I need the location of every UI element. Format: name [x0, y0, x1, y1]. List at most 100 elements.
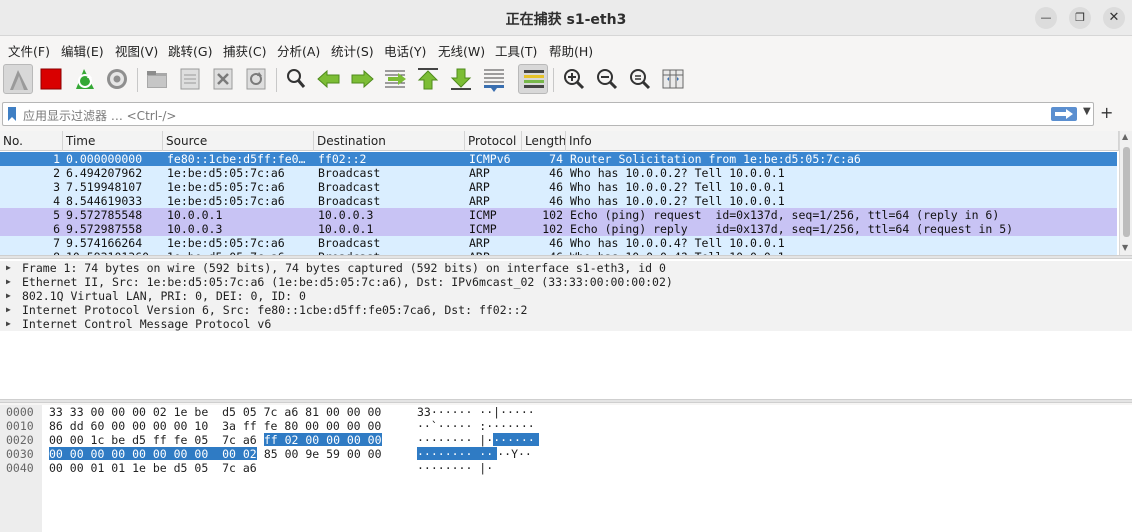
bytes-row[interactable]: 0010 86 dd 60 00 00 00 00 10 3a ff fe 80 … — [0, 419, 700, 433]
zoom-out-icon[interactable] — [592, 64, 622, 94]
find-packet-icon[interactable] — [281, 64, 311, 94]
packet-details[interactable]: ▶ Frame 1: 74 bytes on wire (592 bits), 7… — [0, 259, 1132, 399]
title-bar: 正在捕获 s1-eth3 — ❐ ✕ — [0, 0, 1132, 36]
save-file-icon[interactable] — [175, 64, 205, 94]
expand-arrow-icon[interactable]: ▶ — [6, 303, 11, 317]
menu-help[interactable]: 帮助(H) — [549, 41, 593, 60]
bytes-row[interactable]: 0030 00 00 00 00 00 00 00 00 00 02 85 00 … — [0, 447, 700, 461]
packet-row[interactable]: 3 7.519948107 1e:be:d5:05:7c:a6 Broadcast AR… — [0, 180, 1117, 194]
add-filter-button[interactable]: + — [1100, 103, 1113, 122]
window-title: 正在捕获 s1-eth3 — [505, 12, 627, 28]
expand-arrow-icon[interactable]: ▶ — [6, 275, 11, 289]
apply-filter-arrow-icon[interactable] — [1051, 107, 1077, 121]
first-packet-icon[interactable] — [413, 64, 443, 94]
pane-splitter[interactable] — [0, 399, 1132, 403]
detail-text: 802.1Q Virtual LAN, PRI: 0, DEI: 0, ID: … — [22, 289, 306, 303]
colorize-icon[interactable] — [518, 64, 548, 94]
cell-source: 1e:be:d5:05:7c:a6 — [167, 166, 285, 180]
menu-wireless[interactable]: 无线(W) — [438, 41, 485, 60]
detail-tree-item[interactable]: ▶ Ethernet II, Src: 1e:be:d5:05:7c:a6 (1e… — [0, 275, 1132, 289]
zoom-in-icon[interactable] — [559, 64, 589, 94]
scroll-up-icon[interactable]: ▲ — [1122, 132, 1128, 141]
menu-analyze[interactable]: 分析(A) — [277, 41, 320, 60]
packet-row[interactable]: 7 9.574166264 1e:be:d5:05:7c:a6 Broadcast AR… — [0, 236, 1117, 250]
expand-arrow-icon[interactable]: ▶ — [6, 261, 11, 275]
menu-file[interactable]: 文件(F) — [8, 41, 50, 60]
cell-destination: Broadcast — [318, 166, 381, 180]
menu-view[interactable]: 视图(V) — [115, 41, 158, 60]
restart-capture-icon[interactable] — [70, 64, 100, 94]
cell-time: 7.519948107 — [66, 180, 143, 194]
packet-list-scrollbar[interactable]: ▲ ▼ — [1119, 131, 1132, 255]
display-filter-bar[interactable]: 应用显示过滤器 … <Ctrl-/> ▼ — [2, 102, 1094, 126]
cell-source: 10.0.0.1 — [167, 208, 223, 222]
cell-time: 9.572987558 — [66, 222, 143, 236]
close-icon[interactable]: ✕ — [1103, 7, 1125, 29]
reload-file-icon[interactable] — [241, 64, 271, 94]
detail-tree-item[interactable]: ▶ Internet Control Message Protocol v6 — [0, 317, 1132, 331]
go-forward-icon[interactable] — [347, 64, 377, 94]
bytes-row[interactable]: 0040 00 00 01 01 1e be d5 05 7c a6 ·······… — [0, 461, 700, 475]
resize-columns-icon[interactable] — [658, 64, 688, 94]
cell-destination: 10.0.0.1 — [318, 222, 374, 236]
go-back-icon[interactable] — [314, 64, 344, 94]
packet-list[interactable]: No. Time Source Destination Protocol Len… — [0, 131, 1132, 255]
scrollbar-thumb[interactable] — [1123, 147, 1130, 237]
autoscroll-icon[interactable] — [479, 64, 509, 94]
packet-row[interactable]: 6 9.572987558 10.0.0.3 10.0.0.1 ICMP 102 Echo … — [0, 222, 1117, 236]
packet-row[interactable]: 2 6.494207962 1e:be:d5:05:7c:a6 Broadcast AR… — [0, 166, 1117, 180]
column-header-time[interactable]: Time — [63, 131, 163, 151]
packet-bytes[interactable]: 0000 33 33 00 00 00 02 1e be d5 05 7c a6 … — [0, 405, 1132, 532]
toolbar-separator — [137, 68, 138, 92]
cell-info: Router Solicitation from 1e:be:d5:05:7c:… — [570, 152, 861, 166]
menu-edit[interactable]: 编辑(E) — [61, 41, 104, 60]
packet-row[interactable]: 5 9.572785548 10.0.0.1 10.0.0.3 ICMP 102 Echo … — [0, 208, 1117, 222]
bytes-row[interactable]: 0020 00 00 1c be d5 ff fe 05 7c a6 ff 02 … — [0, 433, 700, 447]
column-header-protocol[interactable]: Protocol — [465, 131, 522, 151]
cell-no: 1 — [53, 152, 60, 166]
column-header-destination[interactable]: Destination — [314, 131, 465, 151]
menu-capture[interactable]: 捕获(C) — [223, 41, 266, 60]
menu-go[interactable]: 跳转(G) — [168, 41, 212, 60]
last-packet-icon[interactable] — [446, 64, 476, 94]
ascii-bytes-selected: ······ — [493, 433, 539, 446]
maximize-icon[interactable]: ❐ — [1069, 7, 1091, 29]
detail-text: Frame 1: 74 bytes on wire (592 bits), 74… — [22, 261, 666, 275]
cell-protocol: ICMPv6 — [469, 152, 511, 166]
packet-row[interactable]: 4 8.544619033 1e:be:d5:05:7c:a6 Broadcast AR… — [0, 194, 1117, 208]
cell-length: 74 — [549, 152, 563, 166]
normal-size-icon[interactable] — [625, 64, 655, 94]
hex-bytes: 85 00 9e 59 00 00 — [256, 447, 382, 461]
chevron-down-icon[interactable]: ▼ — [1083, 106, 1091, 117]
bytes-row[interactable]: 0000 33 33 00 00 00 02 1e be d5 05 7c a6 … — [0, 405, 700, 419]
cell-no: 3 — [53, 180, 60, 194]
column-header-info[interactable]: Info — [566, 131, 1119, 151]
cell-no: 2 — [53, 166, 60, 180]
column-header-source[interactable]: Source — [163, 131, 314, 151]
menu-tools[interactable]: 工具(T) — [495, 41, 537, 60]
detail-tree-item[interactable]: ▶ Frame 1: 74 bytes on wire (592 bits), 7… — [0, 261, 1132, 275]
scroll-down-icon[interactable]: ▼ — [1122, 243, 1128, 252]
detail-tree-item[interactable]: ▶ 802.1Q Virtual LAN, PRI: 0, DEI: 0, ID:… — [0, 289, 1132, 303]
byte-offset: 0020 — [6, 433, 34, 447]
minimize-icon[interactable]: — — [1035, 7, 1057, 29]
column-header-length[interactable]: Length — [522, 131, 566, 151]
expand-arrow-icon[interactable]: ▶ — [6, 317, 11, 331]
cell-no: 4 — [53, 194, 60, 208]
cell-info: Who has 10.0.0.4? Tell 10.0.0.1 — [570, 236, 785, 250]
detail-tree-item[interactable]: ▶ Internet Protocol Version 6, Src: fe80:… — [0, 303, 1132, 317]
shark-fin-start-icon[interactable] — [3, 64, 33, 94]
stop-capture-icon[interactable] — [36, 64, 66, 94]
capture-options-icon[interactable] — [102, 64, 132, 94]
close-file-icon[interactable] — [208, 64, 238, 94]
detail-text: Internet Protocol Version 6, Src: fe80::… — [22, 303, 528, 317]
packet-row[interactable]: 1 0.000000000 fe80::1cbe:d5ff:fe0… ff02::2 I… — [0, 152, 1117, 166]
cell-source: fe80::1cbe:d5ff:fe0… — [167, 152, 306, 166]
go-to-packet-icon[interactable] — [380, 64, 410, 94]
expand-arrow-icon[interactable]: ▶ — [6, 289, 11, 303]
column-header-no[interactable]: No. — [0, 131, 63, 151]
menu-telephony[interactable]: 电话(Y) — [384, 41, 426, 60]
bookmark-icon[interactable] — [6, 106, 18, 122]
open-file-icon[interactable] — [142, 64, 172, 94]
menu-statistics[interactable]: 统计(S) — [331, 41, 374, 60]
